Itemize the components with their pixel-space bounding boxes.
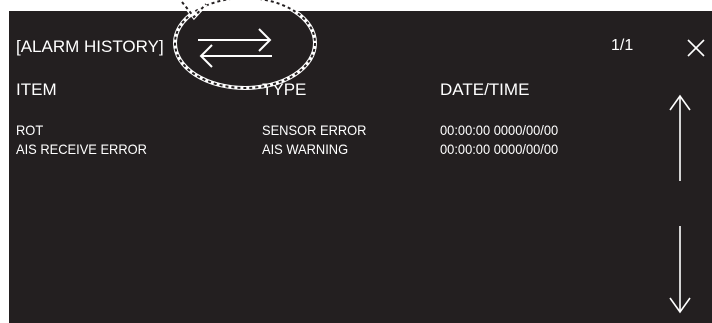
dialog-title: [ALARM HISTORY] bbox=[16, 37, 164, 56]
alarm-history-screen: [ALARM HISTORY] 1/1 ITEM TYPE DATE/TIME … bbox=[9, 11, 712, 323]
column-header-type: TYPE bbox=[262, 80, 307, 99]
arrow-down-icon[interactable] bbox=[665, 224, 695, 316]
stage: [ALARM HISTORY] 1/1 ITEM TYPE DATE/TIME … bbox=[0, 0, 712, 323]
row-2-type: AIS WARNING bbox=[262, 141, 349, 157]
close-icon[interactable] bbox=[684, 36, 708, 60]
column-header-item: ITEM bbox=[16, 80, 57, 99]
row-1-item: ROT bbox=[16, 122, 44, 138]
row-1-datetime: 00:00:00 0000/00/00 bbox=[440, 122, 559, 138]
row-2-item: AIS RECEIVE ERROR bbox=[16, 141, 147, 157]
arrow-up-icon[interactable] bbox=[665, 93, 695, 183]
column-header-datetime: DATE/TIME bbox=[440, 80, 530, 99]
page-indicator: 1/1 bbox=[611, 37, 634, 54]
row-2-datetime: 00:00:00 0000/00/00 bbox=[440, 141, 559, 157]
row-1-type: SENSOR ERROR bbox=[262, 122, 367, 138]
